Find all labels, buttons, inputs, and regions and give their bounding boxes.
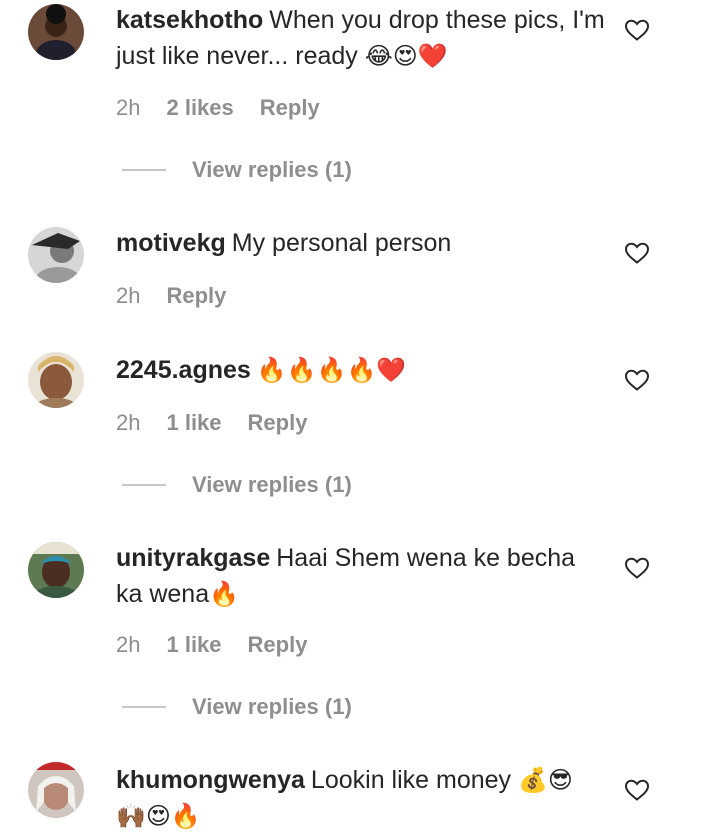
comment-time: 2h xyxy=(116,95,141,120)
comment-username[interactable]: unityrakgase xyxy=(116,544,270,572)
comment-text: motivekg My personal person xyxy=(116,225,606,261)
comment-emoji: 🔥 xyxy=(209,580,240,608)
view-replies-label: View replies (1) xyxy=(192,694,352,719)
avatar[interactable] xyxy=(28,4,84,60)
divider-line xyxy=(122,484,166,486)
reply-button[interactable]: Reply xyxy=(248,632,308,658)
comment-body: Lookin like money xyxy=(310,766,512,794)
comment-emoji: 🔥🔥🔥🔥❤️ xyxy=(256,356,407,384)
like-heart-icon[interactable] xyxy=(624,368,650,392)
comment-time: 2h xyxy=(116,632,141,657)
comment-meta: 2h 2 likes Reply xyxy=(116,95,320,121)
comment-likes[interactable]: 1 like xyxy=(166,410,221,436)
comment-username[interactable]: 2245.agnes xyxy=(116,356,251,384)
view-replies-label: View replies (1) xyxy=(192,472,352,497)
comment-text: khumongwenya Lookin like money 💰😎 🙌🏾😍🔥 xyxy=(116,762,606,834)
reply-button[interactable]: Reply xyxy=(260,95,320,121)
comment-likes[interactable]: 2 likes xyxy=(166,95,233,121)
reply-button[interactable]: Reply xyxy=(166,283,226,309)
view-replies-button[interactable]: View replies (1) xyxy=(122,157,352,183)
reply-button[interactable]: Reply xyxy=(248,410,308,436)
comment-text: katsekhotho When you drop these pics, I'm… xyxy=(116,2,606,74)
comment-time: 2h xyxy=(116,283,141,308)
comment-username[interactable]: katsekhotho xyxy=(116,6,263,34)
comment-meta: 2h 1 like Reply xyxy=(116,410,307,436)
comment-emoji: 😂😍❤️ xyxy=(364,42,448,70)
comment-text: unityrakgase Haai Shem wena ke becha ka w… xyxy=(116,540,606,612)
comment-likes[interactable]: 1 like xyxy=(166,632,221,658)
view-replies-label: View replies (1) xyxy=(192,157,352,182)
view-replies-button[interactable]: View replies (1) xyxy=(122,694,352,720)
avatar[interactable] xyxy=(28,542,84,598)
view-replies-button[interactable]: View replies (1) xyxy=(122,472,352,498)
comment-text: 2245.agnes 🔥🔥🔥🔥❤️ xyxy=(116,352,606,388)
avatar[interactable] xyxy=(28,762,84,818)
avatar[interactable] xyxy=(28,227,84,283)
like-heart-icon[interactable] xyxy=(624,18,650,42)
like-heart-icon[interactable] xyxy=(624,241,650,265)
comment-meta: 2h 1 like Reply xyxy=(116,632,307,658)
like-heart-icon[interactable] xyxy=(624,778,650,802)
comment-body: My personal person xyxy=(231,229,452,257)
comment-time: 2h xyxy=(116,410,141,435)
avatar[interactable] xyxy=(28,352,84,408)
comment-username[interactable]: khumongwenya xyxy=(116,766,305,794)
comment-meta: 2h Reply xyxy=(116,283,226,309)
divider-line xyxy=(122,706,166,708)
like-heart-icon[interactable] xyxy=(624,556,650,580)
comment-username[interactable]: motivekg xyxy=(116,229,226,257)
divider-line xyxy=(122,169,166,171)
